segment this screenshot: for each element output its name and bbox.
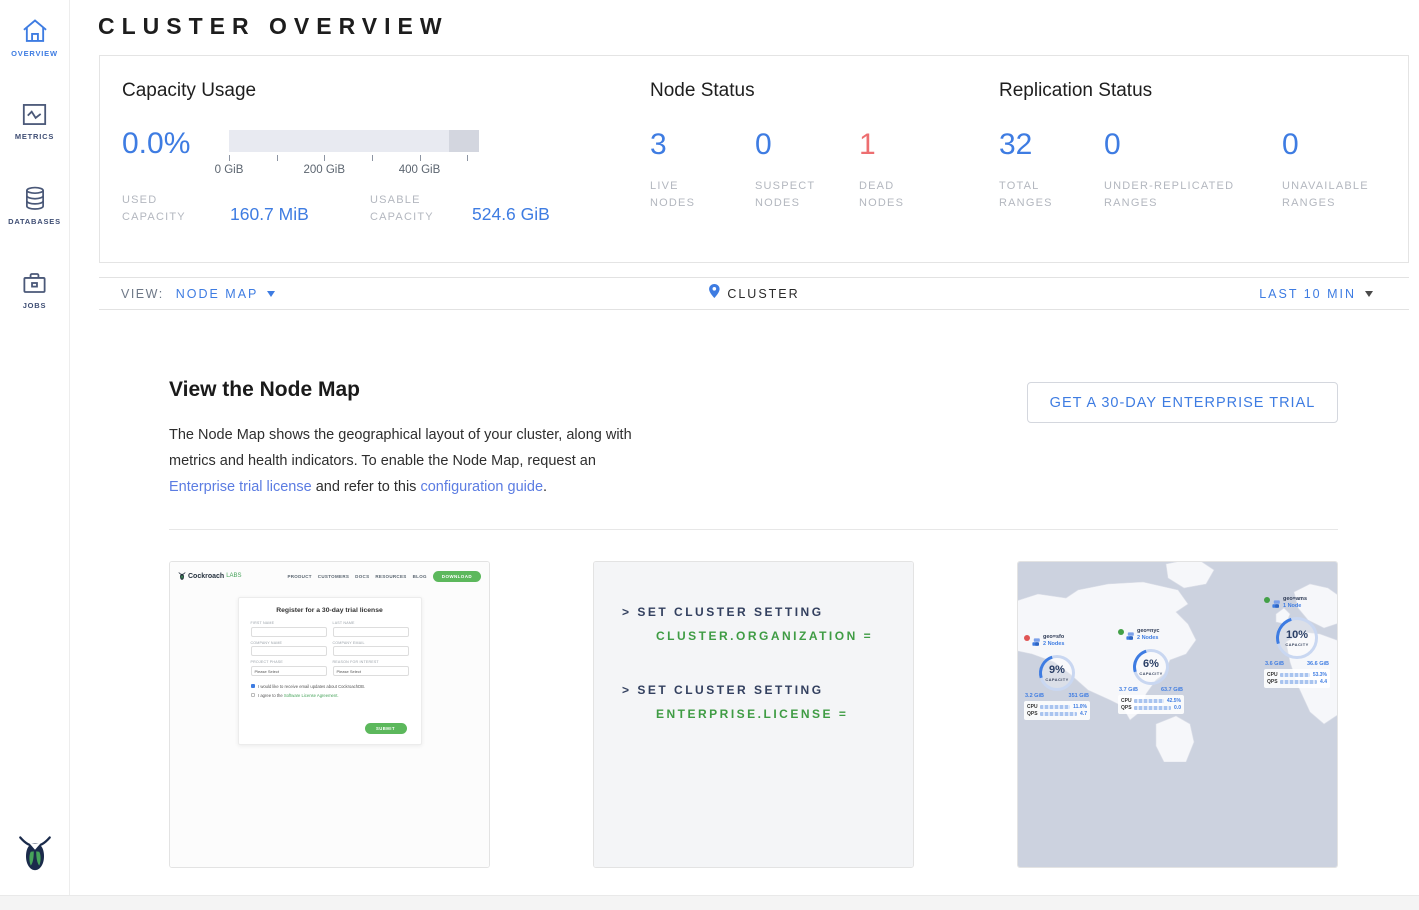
capacity-gauge: 0 GiB 200 GiB 400 GiB [229, 130, 479, 178]
replication-status-title: Replication Status [999, 80, 1408, 102]
time-range-dropdown[interactable]: LAST 10 MIN [1247, 287, 1409, 301]
first-name-field [251, 627, 327, 637]
nodes-icon [1272, 596, 1281, 614]
capacity-gauge-bar [229, 130, 479, 152]
step2-card: > SET CLUSTER SETTING CLUSTER.ORGANIZATI… [593, 561, 914, 868]
step3-card: geo=sfo 2 Nodes 9% CAPACITY 3.2 GiB351 G… [1017, 561, 1338, 868]
live-nodes-metric: 3 LIVENODES [650, 129, 755, 212]
step3-caption: Step 3: Refer this configuration guide t… [1018, 867, 1337, 868]
locality-nyc: geo=nyc 2 Nodes 6% CAPACITY 3.7 GiB63.7 … [1118, 628, 1184, 714]
view-bar: VIEW: NODE MAP CLUSTER LAST 10 MIN [99, 277, 1409, 310]
capacity-used-percent: 0.0% [122, 128, 229, 178]
footer-strip [0, 895, 1419, 910]
site-nav: PRODUCTCUSTOMERSDOCSRESOURCESBLOG DOWNLO… [287, 571, 481, 582]
page-title: CLUSTER OVERVIEW [98, 13, 1419, 40]
locality-sfo: geo=sfo 2 Nodes 9% CAPACITY 3.2 GiB351 G… [1024, 634, 1090, 720]
chevron-down-icon [267, 291, 275, 297]
usable-capacity-value: 524.6 GiB [472, 204, 550, 226]
sidebar-item-label: JOBS [0, 301, 69, 310]
capacity-usage-section: Capacity Usage 0.0% 0 GiB 200 GiB 400 Gi… [100, 56, 650, 262]
nodes-icon [1126, 628, 1135, 646]
configuration-guide-link[interactable]: configuration guide [420, 479, 543, 495]
sidebar-item-databases[interactable]: DATABASES [0, 185, 69, 226]
enterprise-trial-license-link[interactable]: Enterprise trial license [169, 479, 312, 495]
form-title: Register for a 30-day trial license [251, 607, 409, 614]
cluster-summary-panel: Capacity Usage 0.0% 0 GiB 200 GiB 400 Gi… [99, 55, 1409, 263]
unavailable-ranges-metric: 0 UNAVAILABLERANGES [1282, 129, 1369, 212]
trial-registration-form: Register for a 30-day trial license FIRS… [238, 597, 422, 745]
live-nodes-value: 3 [650, 129, 755, 161]
suspect-nodes-metric: 0 SUSPECTNODES [755, 129, 859, 212]
home-icon [0, 18, 69, 44]
dead-nodes-metric: 1 DEADNODES [859, 129, 904, 212]
section-description: The Node Map shows the geographical layo… [169, 422, 659, 500]
checkbox-unchecked [251, 693, 256, 698]
reason-select: Please Select [333, 666, 409, 676]
sidebar-item-label: DATABASES [0, 217, 69, 226]
view-label: VIEW: [121, 287, 164, 301]
time-range-value: LAST 10 MIN [1259, 287, 1356, 301]
sql-commands-illustration: > SET CLUSTER SETTING CLUSTER.ORGANIZATI… [594, 562, 913, 867]
company-email-field [333, 646, 409, 656]
checkbox-checked [251, 684, 256, 689]
sidebar-item-metrics[interactable]: METRICS [0, 102, 69, 141]
gauge-tick-label: 200 GiB [303, 164, 345, 176]
live-status-icon [1118, 629, 1124, 635]
capacity-usage-title: Capacity Usage [122, 80, 650, 102]
main-content: CLUSTER OVERVIEW Capacity Usage 0.0% 0 G… [71, 0, 1419, 895]
cockroachdb-logo [17, 832, 53, 879]
step1-card: Cockroach LABS PRODUCTCUSTOMERSDOCSRESOU… [169, 561, 490, 868]
locality-ams: geo=ams 1 Node 10% CAPACITY 3.6 GiB36.6 … [1264, 596, 1330, 688]
view-selected-value: NODE MAP [176, 287, 259, 301]
sidebar-item-label: METRICS [0, 132, 69, 141]
live-status-icon [1264, 597, 1270, 603]
total-ranges-metric: 32 TOTALRANGES [999, 129, 1104, 212]
gauge-tick-label: 400 GiB [399, 164, 441, 176]
node-map-panel: View the Node Map The Node Map shows the… [99, 310, 1409, 895]
under-replicated-ranges-metric: 0 UNDER-REPLICATEDRANGES [1104, 129, 1282, 212]
unavailable-ranges-value: 0 [1282, 129, 1369, 161]
used-capacity-label: USEDCAPACITY [122, 192, 230, 226]
registration-site-screenshot: Cockroach LABS PRODUCTCUSTOMERSDOCSRESOU… [170, 562, 489, 867]
dead-nodes-value: 1 [859, 129, 904, 161]
chevron-down-icon [1365, 291, 1373, 297]
briefcase-icon [0, 270, 69, 296]
section-title: View the Node Map [169, 378, 360, 402]
submit-button: SUBMIT [365, 723, 407, 734]
cockroach-labs-logo: Cockroach LABS [178, 571, 242, 581]
sidebar-item-overview[interactable]: OVERVIEW [0, 18, 69, 58]
usable-capacity-label: USABLECAPACITY [370, 192, 472, 226]
node-status-title: Node Status [650, 80, 999, 102]
location-pin-icon [708, 283, 720, 304]
step1-caption: Step 1: Get a trial license delivered st… [170, 867, 489, 868]
step2-caption: Step 2: Activate the trial license with … [594, 867, 913, 868]
enterprise-trial-button[interactable]: GET A 30-DAY ENTERPRISE TRIAL [1027, 382, 1338, 423]
node-status-section: Node Status 3 LIVENODES 0 SUSPECTNODES 1… [650, 56, 999, 262]
under-replicated-ranges-value: 0 [1104, 129, 1282, 161]
capacity-ring: 6% CAPACITY [1133, 649, 1169, 685]
node-map-preview: geo=sfo 2 Nodes 9% CAPACITY 3.2 GiB351 G… [1018, 562, 1337, 867]
dead-status-icon [1024, 635, 1030, 641]
download-button: DOWNLOAD [433, 571, 481, 582]
sidebar: OVERVIEW METRICS DATABASES [0, 0, 70, 895]
capacity-ring: 10% CAPACITY [1276, 617, 1318, 659]
divider [169, 529, 1338, 530]
cluster-breadcrumb: CLUSTER [708, 283, 799, 304]
cluster-label: CLUSTER [727, 287, 799, 301]
metrics-chart-icon [0, 102, 69, 127]
capacity-ring: 9% CAPACITY [1039, 655, 1075, 691]
replication-status-section: Replication Status 32 TOTALRANGES 0 UNDE… [999, 56, 1408, 262]
gauge-tick-label: 0 GiB [215, 164, 244, 176]
database-icon [0, 185, 69, 212]
used-capacity-value: 160.7 MiB [230, 204, 370, 226]
last-name-field [333, 627, 409, 637]
sidebar-item-label: OVERVIEW [0, 49, 69, 58]
company-name-field [251, 646, 327, 656]
nodes-icon [1032, 634, 1041, 652]
project-phase-select: Please Select [251, 666, 327, 676]
suspect-nodes-value: 0 [755, 129, 859, 161]
sidebar-item-jobs[interactable]: JOBS [0, 270, 69, 310]
view-selector-dropdown[interactable]: VIEW: NODE MAP [99, 287, 275, 301]
total-ranges-value: 32 [999, 129, 1104, 161]
